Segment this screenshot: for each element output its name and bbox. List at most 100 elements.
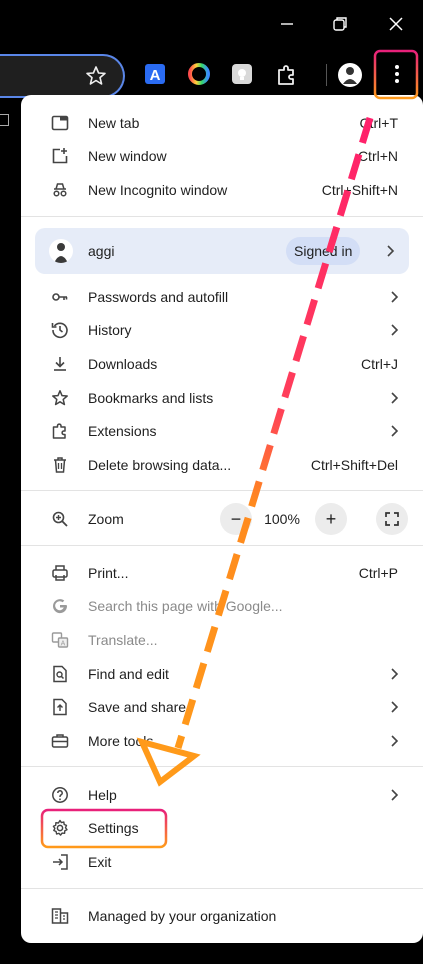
menu-divider bbox=[21, 216, 423, 217]
menu-item-exit[interactable]: Exit bbox=[21, 846, 423, 878]
menu-item-more-tools[interactable]: More tools bbox=[21, 725, 423, 757]
help-icon bbox=[52, 787, 68, 803]
chevron-right-icon bbox=[391, 324, 399, 336]
menu-item-history[interactable]: History bbox=[21, 314, 423, 346]
profile-row[interactable]: aggi Signed in bbox=[35, 228, 409, 274]
menu-label: New tab bbox=[88, 115, 140, 131]
kebab-menu-icon[interactable] bbox=[385, 62, 409, 86]
toolbox-icon bbox=[51, 734, 69, 748]
menu-item-extensions[interactable]: Extensions bbox=[21, 415, 423, 447]
menu-shortcut: Ctrl+J bbox=[361, 356, 398, 372]
signed-in-badge: Signed in bbox=[286, 237, 361, 265]
trash-icon bbox=[54, 457, 66, 473]
chevron-right-icon bbox=[391, 425, 399, 437]
avatar bbox=[49, 239, 73, 263]
zoom-in-button[interactable]: + bbox=[315, 503, 347, 535]
chevron-right-icon bbox=[387, 245, 395, 257]
chrome-menu: New tab Ctrl+T New window Ctrl+N New Inc… bbox=[21, 95, 423, 943]
close-icon[interactable] bbox=[386, 14, 406, 34]
chevron-right-icon bbox=[391, 735, 399, 747]
google-icon bbox=[53, 599, 68, 614]
menu-label: Bookmarks and lists bbox=[88, 390, 214, 406]
print-icon bbox=[52, 565, 68, 581]
menu-item-translate[interactable]: A Translate... bbox=[21, 624, 423, 656]
fullscreen-icon bbox=[385, 512, 399, 526]
chevron-right-icon bbox=[391, 701, 399, 713]
menu-divider bbox=[21, 545, 423, 546]
menu-label: Search this page with Google... bbox=[88, 598, 283, 614]
menu-shortcut: Ctrl+Shift+Del bbox=[310, 457, 398, 473]
menu-divider bbox=[21, 888, 423, 889]
menu-item-find-edit[interactable]: Find and edit bbox=[21, 658, 423, 690]
history-icon bbox=[51, 322, 68, 339]
puzzle-icon[interactable] bbox=[275, 63, 299, 87]
menu-item-new-incognito[interactable]: New Incognito window Ctrl+Shift+N bbox=[21, 174, 423, 206]
menu-item-search-page[interactable]: Search this page with Google... bbox=[21, 590, 423, 622]
menu-label: Translate... bbox=[88, 632, 158, 648]
menu-label: Help bbox=[88, 787, 117, 803]
menu-shortcut: Ctrl+Shift+N bbox=[321, 182, 398, 198]
menu-item-new-tab[interactable]: New tab Ctrl+T bbox=[21, 107, 423, 139]
menu-label: Delete browsing data... bbox=[88, 457, 232, 473]
menu-item-bookmarks[interactable]: Bookmarks and lists bbox=[21, 382, 423, 414]
fullscreen-button[interactable] bbox=[376, 503, 408, 535]
menu-divider bbox=[21, 490, 423, 491]
address-bar[interactable] bbox=[0, 54, 125, 98]
menu-shortcut: Ctrl+N bbox=[357, 148, 398, 164]
download-icon bbox=[54, 357, 66, 371]
menu-item-delete-browsing-data[interactable]: Delete browsing data... Ctrl+Shift+Del bbox=[21, 449, 423, 481]
zoom-out-button[interactable]: − bbox=[220, 503, 252, 535]
exit-icon bbox=[53, 854, 68, 870]
menu-label: Extensions bbox=[88, 423, 157, 439]
bulb-ext-icon[interactable] bbox=[231, 63, 255, 87]
menu-item-managed[interactable]: Managed by your organization bbox=[21, 900, 423, 932]
menu-item-save-share[interactable]: Save and share bbox=[21, 691, 423, 723]
toolbar-separator bbox=[326, 64, 327, 86]
zoom-in-label: + bbox=[325, 509, 337, 529]
menu-item-settings[interactable]: Settings bbox=[21, 812, 423, 844]
menu-label: Save and share bbox=[88, 699, 187, 715]
find-page-icon bbox=[53, 665, 67, 683]
chevron-right-icon bbox=[391, 789, 399, 801]
star-icon bbox=[52, 390, 68, 406]
chevron-right-icon bbox=[391, 392, 399, 404]
new-tab-icon bbox=[51, 115, 69, 131]
menu-item-help[interactable]: Help bbox=[21, 779, 423, 811]
profile-name: aggi bbox=[88, 243, 115, 259]
menu-shortcut: Ctrl+P bbox=[358, 565, 398, 581]
menu-label: New Incognito window bbox=[88, 182, 228, 198]
toolbar: A bbox=[0, 48, 423, 100]
save-share-icon bbox=[53, 698, 67, 716]
page-background bbox=[0, 100, 22, 964]
key-icon bbox=[52, 293, 68, 301]
svg-text:A: A bbox=[150, 67, 161, 84]
menu-shortcut: Ctrl+T bbox=[359, 115, 399, 131]
chevron-right-icon bbox=[391, 668, 399, 680]
minimize-icon[interactable] bbox=[277, 14, 297, 34]
menu-label: More tools bbox=[88, 733, 154, 749]
menu-label: Exit bbox=[88, 854, 112, 870]
zoom-value: 100% bbox=[264, 511, 300, 527]
menu-divider bbox=[21, 766, 423, 767]
star-icon[interactable] bbox=[84, 64, 108, 88]
zoom-out-label: − bbox=[230, 509, 242, 529]
incognito-icon bbox=[53, 183, 67, 197]
menu-item-new-window[interactable]: New window Ctrl+N bbox=[21, 140, 423, 172]
menu-label: Print... bbox=[88, 565, 129, 581]
translate-icon: A bbox=[51, 632, 69, 648]
menu-label: New window bbox=[88, 148, 167, 164]
menu-item-downloads[interactable]: Downloads Ctrl+J bbox=[21, 348, 423, 380]
menu-label: Settings bbox=[88, 820, 139, 836]
menu-item-passwords[interactable]: Passwords and autofill bbox=[21, 281, 423, 313]
translate-ext-icon[interactable]: A bbox=[144, 63, 168, 87]
restore-icon[interactable] bbox=[330, 14, 350, 34]
menu-label: History bbox=[88, 322, 132, 338]
menu-item-print[interactable]: Print... Ctrl+P bbox=[21, 557, 423, 589]
color-ext-icon[interactable] bbox=[188, 63, 212, 87]
menu-label: Downloads bbox=[88, 356, 158, 372]
menu-label: Find and edit bbox=[88, 666, 169, 682]
puzzle-icon bbox=[52, 423, 66, 439]
menu-item-zoom: Zoom − 100% + bbox=[21, 503, 423, 535]
avatar-icon[interactable] bbox=[337, 62, 363, 88]
menu-label: Managed by your organization bbox=[88, 908, 277, 924]
